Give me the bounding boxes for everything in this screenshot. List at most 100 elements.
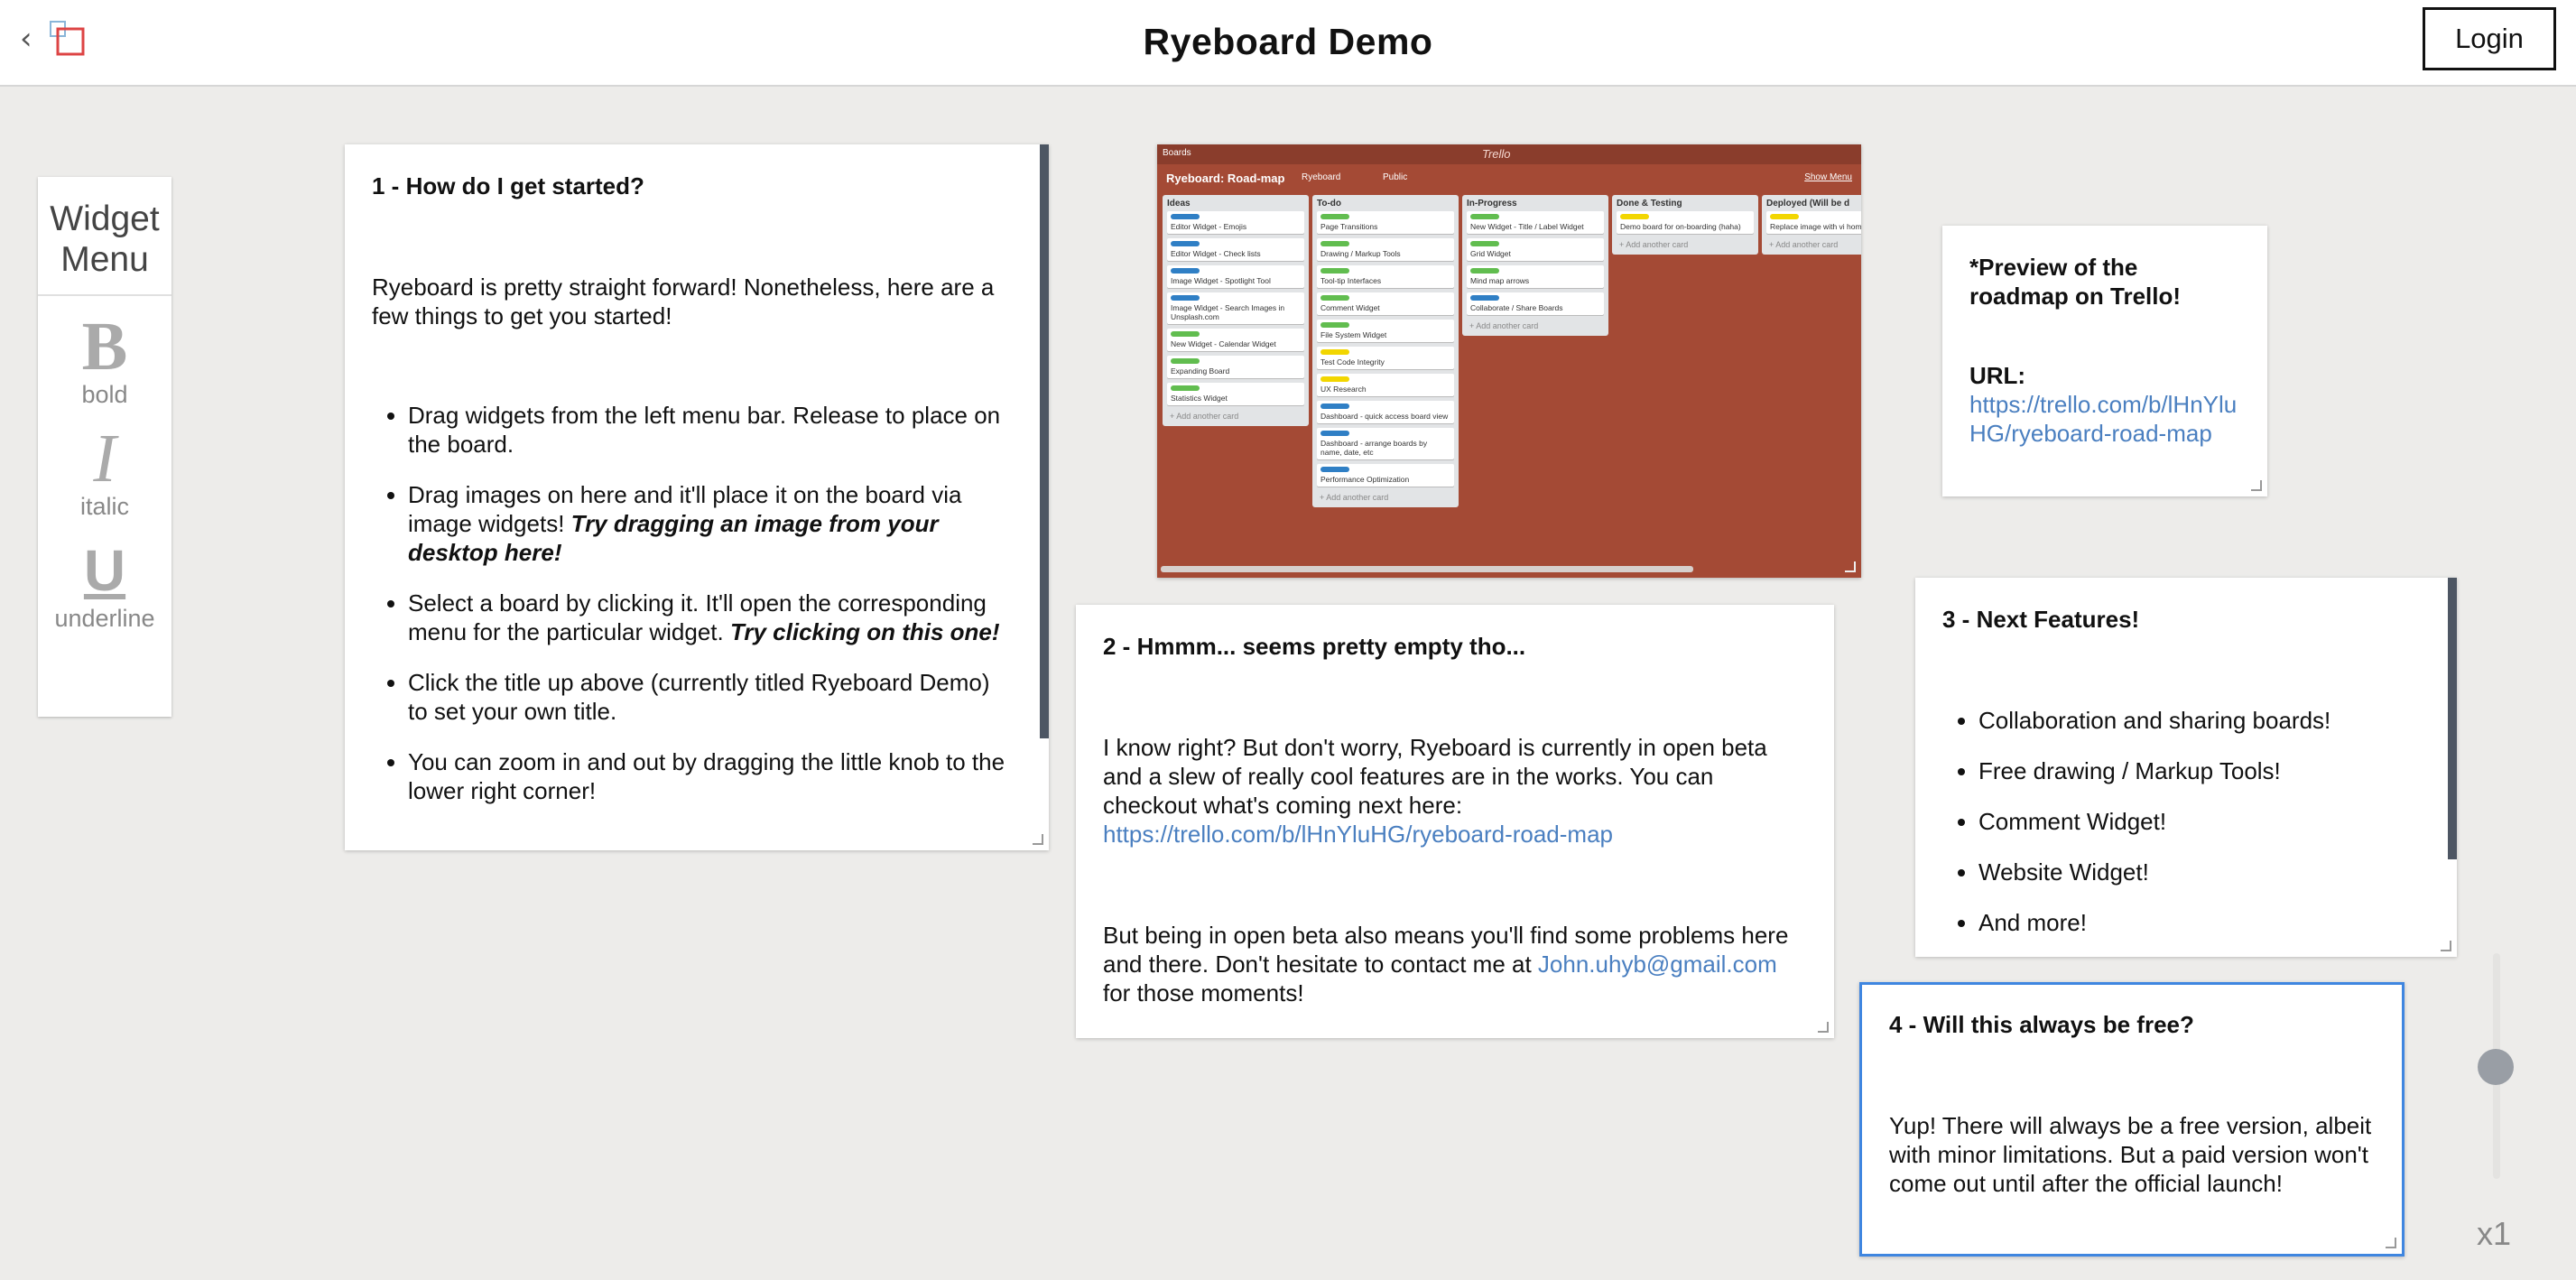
trello-card-text: New Widget - Calendar Widget [1171,339,1276,348]
trello-label [1320,431,1349,436]
card-heading: 1 - How do I get started? [372,172,644,199]
trello-list-title: Done & Testing [1617,199,1682,209]
card-paragraph: I know right? But don't worry, Ryeboard … [1103,734,1767,848]
trello-card-text: Comment Widget [1320,303,1380,312]
trello-card: UX Research [1317,374,1454,396]
trello-card-text: Editor Widget - Check lists [1171,249,1261,258]
trello-card-text: Image Widget - Search Images in Unsplash… [1171,303,1285,321]
trello-scrollbar [1161,566,1693,572]
trello-label [1320,214,1349,219]
trello-label [1470,214,1499,219]
zoom-level: x1 [2477,1215,2512,1252]
top-bar: ‹ Ryeboard Demo Login [0,0,2576,87]
trello-card-text: New Widget - Title / Label Widget [1470,222,1584,231]
trello-card: Editor Widget - Emojis [1167,211,1304,234]
features-list: Collaboration and sharing boards! Free d… [1942,706,2430,937]
url-label: URL: [1969,362,2026,389]
trello-add-card: + Add another card [1469,321,1539,330]
roadmap-link[interactable]: https://trello.com/b/lHnYluHG/ryeboard-r… [1969,390,2240,448]
text-widget-preview[interactable]: *Preview of the roadmap on Trello! URL: … [1942,226,2267,496]
trello-board-name: Ryeboard: Road-map [1166,172,1285,185]
trello-label [1320,376,1349,382]
trello-list: To-do Page Transitions Drawing / Markup To… [1312,195,1459,507]
trello-logo: Trello [1482,147,1511,161]
trello-team: Ryeboard [1302,172,1341,182]
text-widget-free[interactable]: 4 - Will this always be free? Yup! There… [1859,982,2405,1257]
trello-label [1320,403,1349,409]
trello-label [1320,322,1349,328]
trello-card-text: Tool-tip Interfaces [1320,276,1382,285]
email-link[interactable]: John.uhyb@gmail.com [1538,951,1777,978]
list-item: Drag widgets from the left menu bar. Rel… [408,401,1013,459]
trello-card-text: Editor Widget - Emojis [1171,222,1247,231]
list-item: Free drawing / Markup Tools! [1978,756,2430,785]
resize-handle-icon[interactable] [1818,1022,1829,1033]
zoom-knob[interactable] [2478,1049,2514,1085]
trello-list: Ideas Editor Widget - Emojis Editor Widget… [1163,195,1309,426]
trello-label [1470,295,1499,301]
bold-widget[interactable]: B bold [38,312,171,408]
trello-card-text: Replace image with vi homepage [1770,222,1861,231]
trello-show-menu: Show Menu [1804,172,1852,182]
trello-card: Expanding Board [1167,356,1304,378]
chevron-left-icon[interactable]: ‹ [20,23,42,54]
trello-card-text: Collaborate / Share Boards [1470,303,1563,312]
trello-card-text: Statistics Widget [1171,394,1228,403]
list-item: Select a board by clicking it. It'll ope… [408,589,1013,646]
trello-topbar: Boards Trello [1157,144,1861,164]
trello-add-card: + Add another card [1769,240,1839,249]
trello-card: New Widget - Title / Label Widget [1467,211,1604,234]
italic-widget[interactable]: I italic [38,424,171,520]
trello-card-text: Dashboard - quick access board view [1320,412,1449,421]
login-button[interactable]: Login [2423,7,2556,70]
resize-handle-icon[interactable] [1033,834,1043,845]
trello-card: Comment Widget [1317,292,1454,315]
text-widget-next-features[interactable]: 3 - Next Features! Collaboration and sha… [1915,578,2457,957]
underline-label: underline [54,605,155,632]
trello-card: Page Transitions [1317,211,1454,234]
board-title[interactable]: Ryeboard Demo [0,0,2576,85]
trello-label [1171,268,1200,274]
ryeboard-logo-icon[interactable] [49,20,87,58]
list-item: Drag images on here and it'll place it o… [408,480,1013,567]
trello-list-title: To-do [1317,199,1342,209]
resize-handle-icon[interactable] [1845,561,1856,572]
trello-card: Dashboard - quick access board view [1317,401,1454,423]
trello-card-text: Drawing / Markup Tools [1320,249,1401,258]
text-widget-empty[interactable]: 2 - Hmmm... seems pretty empty tho... I … [1076,605,1834,1038]
trello-card: Dashboard - arrange boards by name, date… [1317,428,1454,459]
trello-list-title: Ideas [1167,199,1191,209]
trello-card: File System Widget [1317,320,1454,342]
list-item: You can zoom in and out by dragging the … [408,747,1013,805]
roadmap-link[interactable]: https://trello.com/b/lHnYluHG/ryeboard-r… [1103,821,1613,848]
trello-card: Grid Widget [1467,238,1604,261]
resize-handle-icon[interactable] [2441,941,2451,951]
trello-card-text: Dashboard - arrange boards by name, date… [1320,439,1428,457]
trello-add-card: + Add another card [1619,240,1689,249]
scrollbar[interactable] [2448,578,2457,859]
trello-card-text: UX Research [1320,385,1367,394]
tips-list: Drag widgets from the left menu bar. Rel… [372,401,1013,805]
trello-card: Image Widget - Spotlight Tool [1167,265,1304,288]
underline-icon: U [83,538,126,603]
trello-boards-button: Boards [1163,148,1191,158]
scrollbar[interactable] [1040,144,1049,738]
trello-card-text: Mind map arrows [1470,276,1530,285]
list-item: Collaboration and sharing boards! [1978,706,2430,735]
trello-card: Image Widget - Search Images in Unsplash… [1167,292,1304,324]
resize-handle-icon[interactable] [2251,480,2262,491]
trello-list-title: In-Progress [1467,199,1517,209]
trello-card: New Widget - Calendar Widget [1167,329,1304,351]
trello-card: Replace image with vi homepage [1766,211,1861,234]
underline-widget[interactable]: U underline [38,536,171,632]
resize-handle-icon[interactable] [2386,1238,2396,1248]
bold-label: bold [81,381,128,408]
trello-board-header: Ryeboard: Road-map Ryeboard Public Show … [1157,164,1861,191]
list-item: Website Widget! [1978,858,2430,886]
trello-label [1770,214,1799,219]
trello-card: Collaborate / Share Boards [1467,292,1604,315]
trello-card-text: Image Widget - Spotlight Tool [1171,276,1271,285]
trello-label [1320,268,1349,274]
image-widget-trello-roadmap[interactable]: Boards Trello Ryeboard: Road-map Ryeboar… [1157,144,1861,578]
text-widget-getting-started[interactable]: 1 - How do I get started? Ryeboard is pr… [345,144,1049,850]
